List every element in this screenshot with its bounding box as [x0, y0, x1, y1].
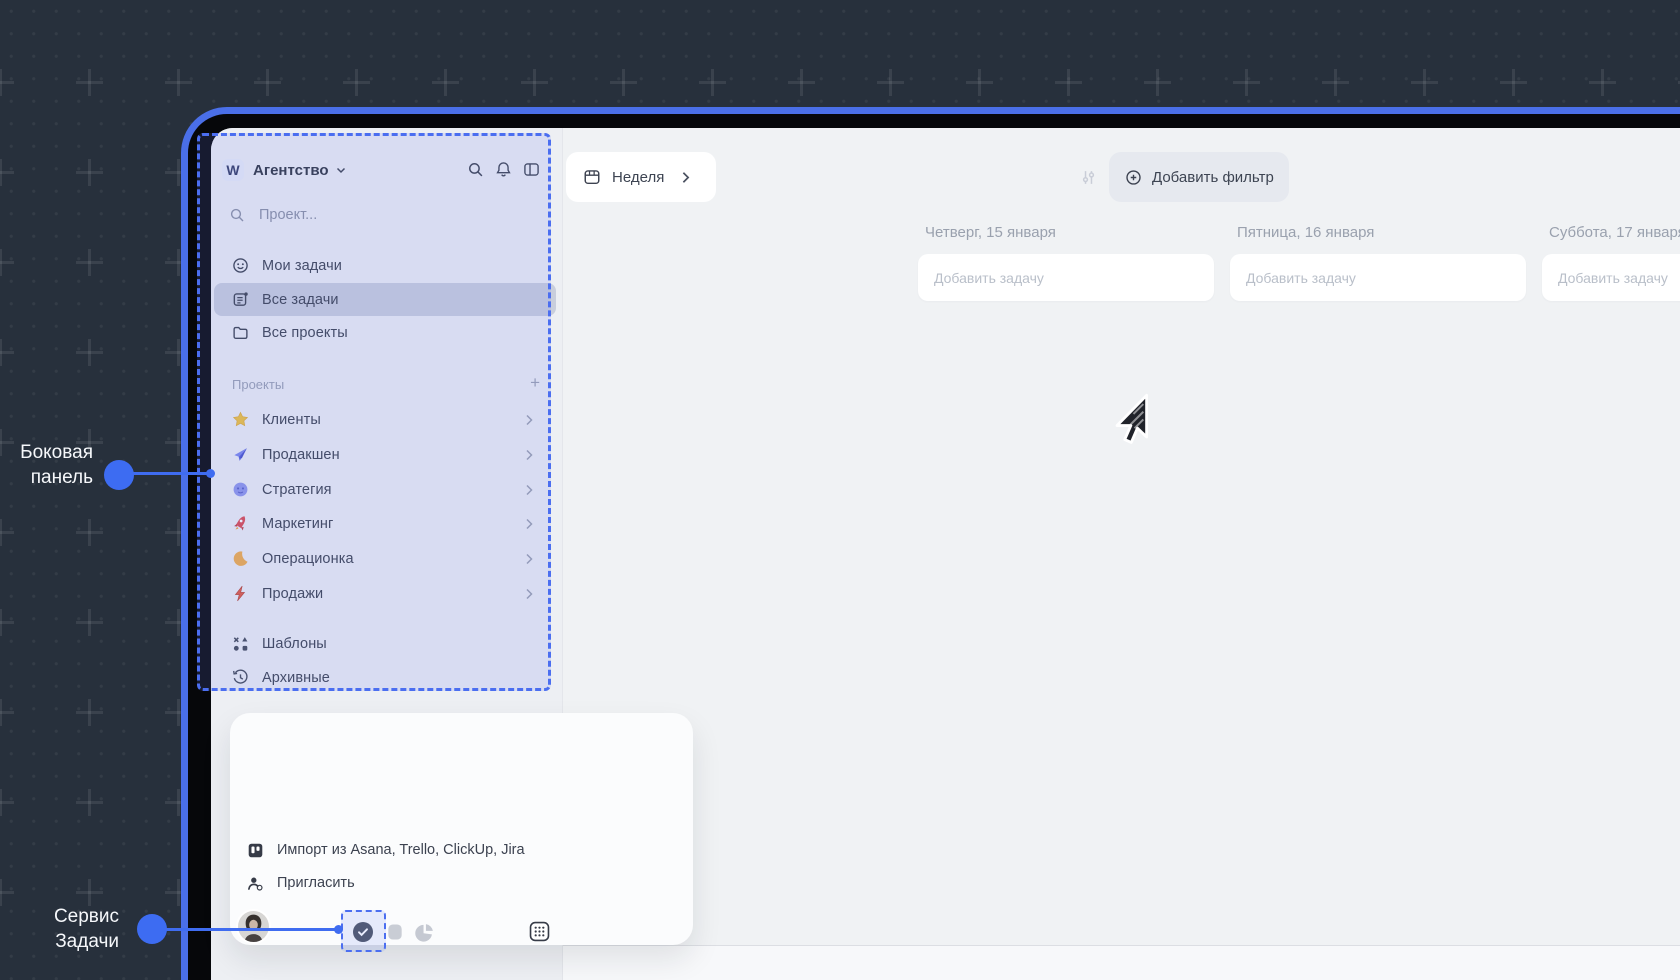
sidebar-project-strategy[interactable]: Стратегия [214, 473, 556, 506]
add-filter-label: Добавить фильтр [1152, 168, 1274, 186]
add-task-input[interactable]: Добавить задачу [1542, 254, 1680, 301]
workspace-switcher[interactable]: W Агентство [222, 158, 347, 182]
annotation-line: Сервис [53, 906, 119, 927]
moon-face-icon [232, 481, 249, 498]
day-column: Четверг, 15 января Добавить задачу [918, 224, 1214, 301]
sidebar-item-label: Стратегия [262, 481, 332, 498]
sidebar-annotation-label: Боковая панель [0, 440, 93, 490]
workspace-menu-popup: Импорт из Asana, Trello, ClickUp, Jira П… [230, 713, 693, 945]
analytics-pie-icon[interactable] [415, 923, 434, 942]
screenshot-stage: W Агентство Проект... Мои задачи Все зад… [0, 0, 1680, 980]
add-task-input[interactable]: Добавить задачу [1230, 254, 1526, 301]
project-search-input[interactable]: Проект... [222, 200, 317, 230]
search-icon[interactable] [467, 161, 484, 178]
sidebar-item-templates[interactable]: Шаблоны [214, 627, 556, 660]
crescent-icon [232, 550, 249, 567]
search-icon [229, 207, 245, 223]
history-icon [232, 669, 249, 686]
service-selection-highlight [341, 910, 386, 952]
day-column: Суббота, 17 января Добавить задачу [1542, 224, 1680, 301]
import-menu-item[interactable]: Импорт из Asana, Trello, ClickUp, Jira [247, 837, 525, 863]
workspace-name: Агентство [253, 161, 329, 179]
chevron-right-icon [524, 586, 534, 602]
sidebar-item-label: Операционка [262, 550, 354, 567]
annotation-dot [137, 914, 167, 944]
sidebar-item-label: Все проекты [262, 324, 348, 341]
apps-grid-icon[interactable] [529, 921, 550, 942]
sidebar-item-label: Клиенты [262, 411, 321, 428]
view-selector-button[interactable]: Неделя [566, 152, 716, 202]
sidebar-project-clients[interactable]: Клиенты [214, 403, 556, 436]
folder-icon [232, 324, 249, 341]
chevron-right-icon [524, 482, 534, 498]
add-task-placeholder: Добавить задачу [1558, 269, 1668, 286]
user-avatar[interactable] [238, 911, 269, 942]
panel-toggle-icon[interactable] [523, 161, 540, 178]
chevron-down-icon [335, 164, 347, 176]
import-board-icon [247, 842, 264, 859]
chevron-right-icon [524, 551, 534, 567]
main-content: Неделя Добавить фильтр Четверг, 15 январ… [562, 128, 1680, 980]
rocket-icon [232, 515, 249, 532]
smiley-icon [232, 257, 249, 274]
sidebar-project-marketing[interactable]: Маркетинг [214, 507, 556, 540]
day-column: Пятница, 16 января Добавить задачу [1230, 224, 1526, 301]
add-project-button[interactable]: + [530, 373, 540, 393]
view-selector-label: Неделя [612, 168, 665, 186]
annotation-endpoint-dot [334, 925, 343, 934]
invite-label: Пригласить [277, 875, 355, 891]
shapes-icon [232, 635, 249, 652]
add-task-placeholder: Добавить задачу [1246, 269, 1356, 286]
annotation-connector [132, 472, 208, 475]
import-label: Импорт из Asana, Trello, ClickUp, Jira [277, 842, 525, 858]
bell-icon[interactable] [495, 161, 512, 178]
window-bottom-strip [563, 945, 1680, 980]
service-annotation-label: Сервис Задачи [0, 904, 119, 954]
day-title: Пятница, 16 января [1237, 224, 1375, 241]
annotation-line: Боковая [20, 442, 93, 463]
chevron-right-icon [524, 516, 534, 532]
sidebar-item-archived[interactable]: Архивные [214, 661, 556, 694]
docs-service-icon[interactable] [387, 923, 403, 941]
lightning-icon [232, 585, 249, 602]
sidebar-item-label: Мои задачи [262, 257, 343, 274]
annotation-line: панель [30, 467, 93, 488]
sidebar-item-label: Продажи [262, 585, 324, 602]
sliders-icon[interactable] [1080, 169, 1097, 186]
invite-menu-item[interactable]: Пригласить [247, 870, 355, 896]
sidebar-item-label: Все задачи [262, 291, 339, 308]
search-placeholder: Проект... [259, 207, 318, 223]
mouse-cursor [1105, 393, 1151, 453]
projects-section-label: Проекты [232, 377, 285, 392]
sidebar-item-label: Шаблоны [262, 635, 327, 652]
sidebar-item-all-tasks[interactable]: Все задачи [214, 283, 556, 316]
sidebar-item-label: Продакшен [262, 446, 340, 463]
workspace-logo: W [222, 159, 244, 181]
add-task-placeholder: Добавить задачу [934, 269, 1044, 286]
plus-circle-icon [1125, 169, 1142, 186]
sidebar-project-production[interactable]: Продакшен [214, 438, 556, 471]
task-list-icon [232, 291, 249, 308]
chevron-right-icon [680, 169, 691, 186]
star-icon [232, 411, 249, 428]
sidebar-project-sales[interactable]: Продажи [214, 577, 556, 610]
invite-person-icon [247, 875, 264, 892]
sidebar-project-operations[interactable]: Операционка [214, 542, 556, 575]
annotation-dot [104, 460, 134, 490]
day-title: Суббота, 17 января [1549, 224, 1680, 241]
chevron-right-icon [524, 412, 534, 428]
annotation-connector [165, 928, 339, 931]
annotation-line: Задачи [55, 931, 119, 952]
sidebar-item-my-tasks[interactable]: Мои задачи [214, 249, 556, 282]
add-task-input[interactable]: Добавить задачу [918, 254, 1214, 301]
add-filter-button[interactable]: Добавить фильтр [1109, 152, 1289, 202]
sidebar-item-all-projects[interactable]: Все проекты [214, 316, 556, 349]
sidebar-item-label: Маркетинг [262, 515, 334, 532]
paper-plane-icon [232, 446, 249, 463]
sidebar-item-label: Архивные [262, 669, 330, 686]
chevron-right-icon [524, 447, 534, 463]
annotation-endpoint-dot [206, 469, 215, 478]
calendar-icon [583, 168, 601, 186]
day-title: Четверг, 15 января [925, 224, 1056, 241]
